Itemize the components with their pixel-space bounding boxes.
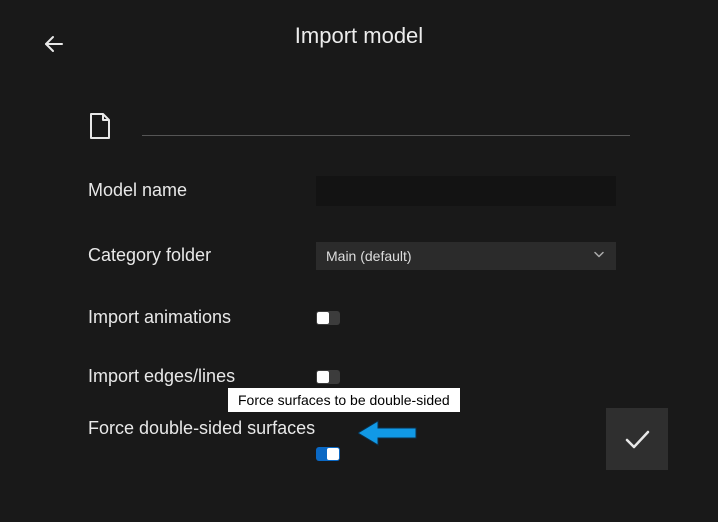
category-folder-row: Category folder Main (default) xyxy=(88,242,630,270)
arrow-left-icon xyxy=(42,32,66,56)
force-double-sided-label: Force double-sided surfaces xyxy=(88,417,316,440)
category-folder-label: Category folder xyxy=(88,244,316,267)
import-animations-toggle[interactable] xyxy=(316,311,340,325)
file-path-underline[interactable] xyxy=(142,135,630,136)
model-name-label: Model name xyxy=(88,179,316,202)
chevron-down-icon xyxy=(592,248,606,265)
model-name-input[interactable] xyxy=(316,176,616,206)
dialog-header: Import model xyxy=(0,0,718,72)
force-double-sided-row: Force double-sided surfaces xyxy=(88,417,630,461)
file-picker-row xyxy=(88,112,630,138)
category-folder-select[interactable]: Main (default) xyxy=(316,242,616,270)
import-edges-row: Import edges/lines xyxy=(88,365,630,388)
import-animations-row: Import animations xyxy=(88,306,630,329)
dialog-title: Import model xyxy=(295,23,423,49)
file-icon[interactable] xyxy=(88,112,114,138)
force-double-sided-tooltip: Force surfaces to be double-sided xyxy=(228,388,460,412)
import-edges-toggle[interactable] xyxy=(316,370,340,384)
model-name-row: Model name xyxy=(88,176,630,206)
import-edges-label: Import edges/lines xyxy=(88,365,316,388)
back-button[interactable] xyxy=(40,30,68,58)
force-double-sided-toggle[interactable] xyxy=(316,447,340,461)
checkmark-icon xyxy=(620,422,654,456)
category-folder-selected: Main (default) xyxy=(326,248,412,264)
import-animations-label: Import animations xyxy=(88,306,316,329)
confirm-button[interactable] xyxy=(606,408,668,470)
